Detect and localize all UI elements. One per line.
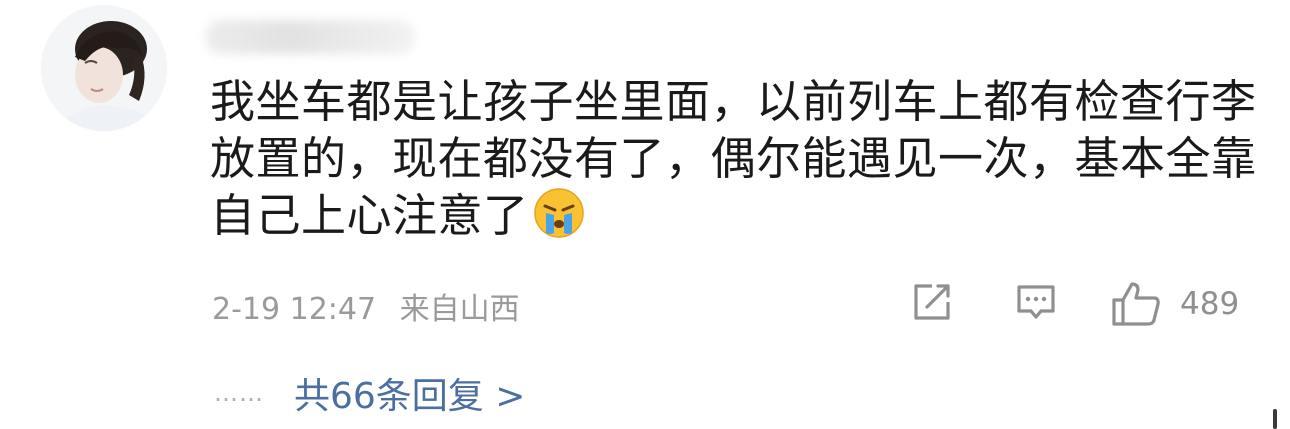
comment-card: 我坐车都是让孩子坐里面，以前列车上都有检查行李 放置的，现在都没有了，偶尔能遇见…: [0, 0, 1290, 429]
comment-time: 2-19 12:47: [212, 292, 377, 327]
avatar-image: [41, 5, 167, 131]
comment-text-line-content: 自己上心注意了: [210, 189, 529, 242]
reply-button[interactable]: [1014, 280, 1058, 324]
comment-text: 我坐车都是让孩子坐里面，以前列车上都有检查行李 放置的，现在都没有了，偶尔能遇见…: [210, 73, 1257, 244]
like-count: 489: [1180, 286, 1240, 322]
replies-ellipsis: ……: [214, 379, 264, 407]
like-button[interactable]: 489: [1110, 280, 1239, 328]
comment-location: 来自山西: [399, 292, 520, 327]
crying-face-icon: [533, 188, 584, 238]
share-button[interactable]: [910, 280, 954, 324]
comment-text-line: 自己上心注意了: [210, 187, 1250, 244]
share-icon: [914, 284, 950, 320]
comment-meta: 2-19 12:47 来自山西: [212, 284, 520, 328]
avatar[interactable]: [41, 5, 167, 131]
comment-icon: [1017, 285, 1055, 319]
thumbs-up-icon: [1112, 282, 1160, 326]
view-replies-link[interactable]: 共66条回复 >: [294, 367, 525, 419]
username-blurred[interactable]: [205, 20, 415, 54]
replies-row: …… 共66条回复 >: [214, 367, 525, 419]
comment-text-line: 我坐车都是让孩子坐里面，以前列车上都有检查行李: [210, 75, 1257, 128]
comment-text-line: 放置的，现在都没有了，偶尔能遇见一次，基本全靠: [210, 132, 1257, 185]
scroll-indicator: [1273, 409, 1277, 429]
